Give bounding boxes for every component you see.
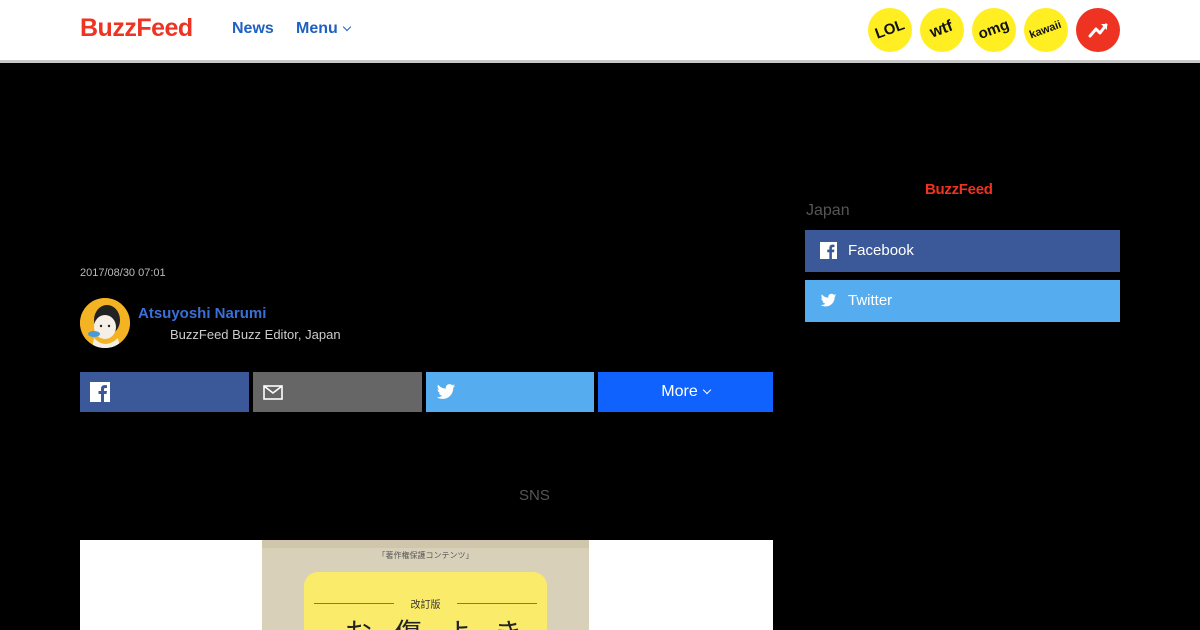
- article-image: 「著作権保護コンテンツ」 改訂版 お傷よき: [80, 540, 773, 630]
- book-cover: 「著作権保護コンテンツ」 改訂版 お傷よき: [262, 540, 589, 630]
- book-label-text: 改訂版: [410, 600, 441, 611]
- author-name-link[interactable]: Atsuyoshi Narumi: [138, 305, 266, 322]
- badge-wtf-label: wtf: [928, 17, 956, 42]
- badge-kawaii-label: kawaii: [1028, 18, 1064, 42]
- chevron-down-icon: [702, 385, 711, 395]
- badge-wtf[interactable]: wtf: [920, 8, 964, 52]
- sidebar-twitter-label: Twitter: [848, 292, 893, 309]
- trending-arrow-icon: [1088, 23, 1108, 38]
- badge-lol[interactable]: LOL: [868, 8, 912, 52]
- share-more-button[interactable]: More: [598, 372, 773, 412]
- share-facebook-button[interactable]: [80, 372, 249, 412]
- sidebar-facebook-label: Facebook: [848, 242, 914, 259]
- sidebar-facebook-button[interactable]: Facebook: [805, 230, 1120, 272]
- site-header: BuzzFeed News Menu LOL wtf omg kawaii: [0, 0, 1200, 63]
- book-top-strip: [262, 540, 589, 548]
- badge-lol-label: LOL: [872, 16, 907, 43]
- sidebar-region-label: Japan: [806, 202, 850, 219]
- badge-omg[interactable]: omg: [972, 8, 1016, 52]
- sidebar-twitter-button[interactable]: Twitter: [805, 280, 1120, 322]
- share-more-label: More: [661, 383, 698, 400]
- trending-button[interactable]: [1076, 8, 1120, 52]
- twitter-icon: [436, 384, 456, 399]
- article-date: 2017/08/30 07:01: [80, 267, 166, 279]
- buzzfeed-logo[interactable]: BuzzFeed: [80, 14, 193, 43]
- book-top-text: 「著作権保護コンテンツ」: [377, 551, 474, 560]
- nav-menu-button[interactable]: Menu: [296, 20, 352, 38]
- chevron-down-icon: [342, 22, 352, 32]
- nav-menu-label: Menu: [296, 20, 338, 37]
- facebook-icon: [820, 242, 837, 259]
- avatar-illustration-icon: [80, 298, 130, 348]
- badge-omg-label: omg: [976, 16, 1012, 43]
- author-avatar[interactable]: [80, 298, 130, 348]
- article-sns-text: SNS: [519, 487, 550, 504]
- book-title-chars: お傷よき: [344, 612, 544, 630]
- twitter-icon: [820, 293, 837, 307]
- share-email-button[interactable]: [253, 372, 422, 412]
- share-twitter-button[interactable]: [426, 372, 594, 412]
- email-icon: [263, 385, 283, 400]
- sidebar-buzzfeed-logo[interactable]: BuzzFeed: [925, 181, 993, 198]
- badge-kawaii[interactable]: kawaii: [1024, 8, 1068, 52]
- nav-news-link[interactable]: News: [232, 20, 274, 38]
- author-title: BuzzFeed Buzz Editor, Japan: [170, 327, 341, 342]
- facebook-icon: [90, 382, 110, 402]
